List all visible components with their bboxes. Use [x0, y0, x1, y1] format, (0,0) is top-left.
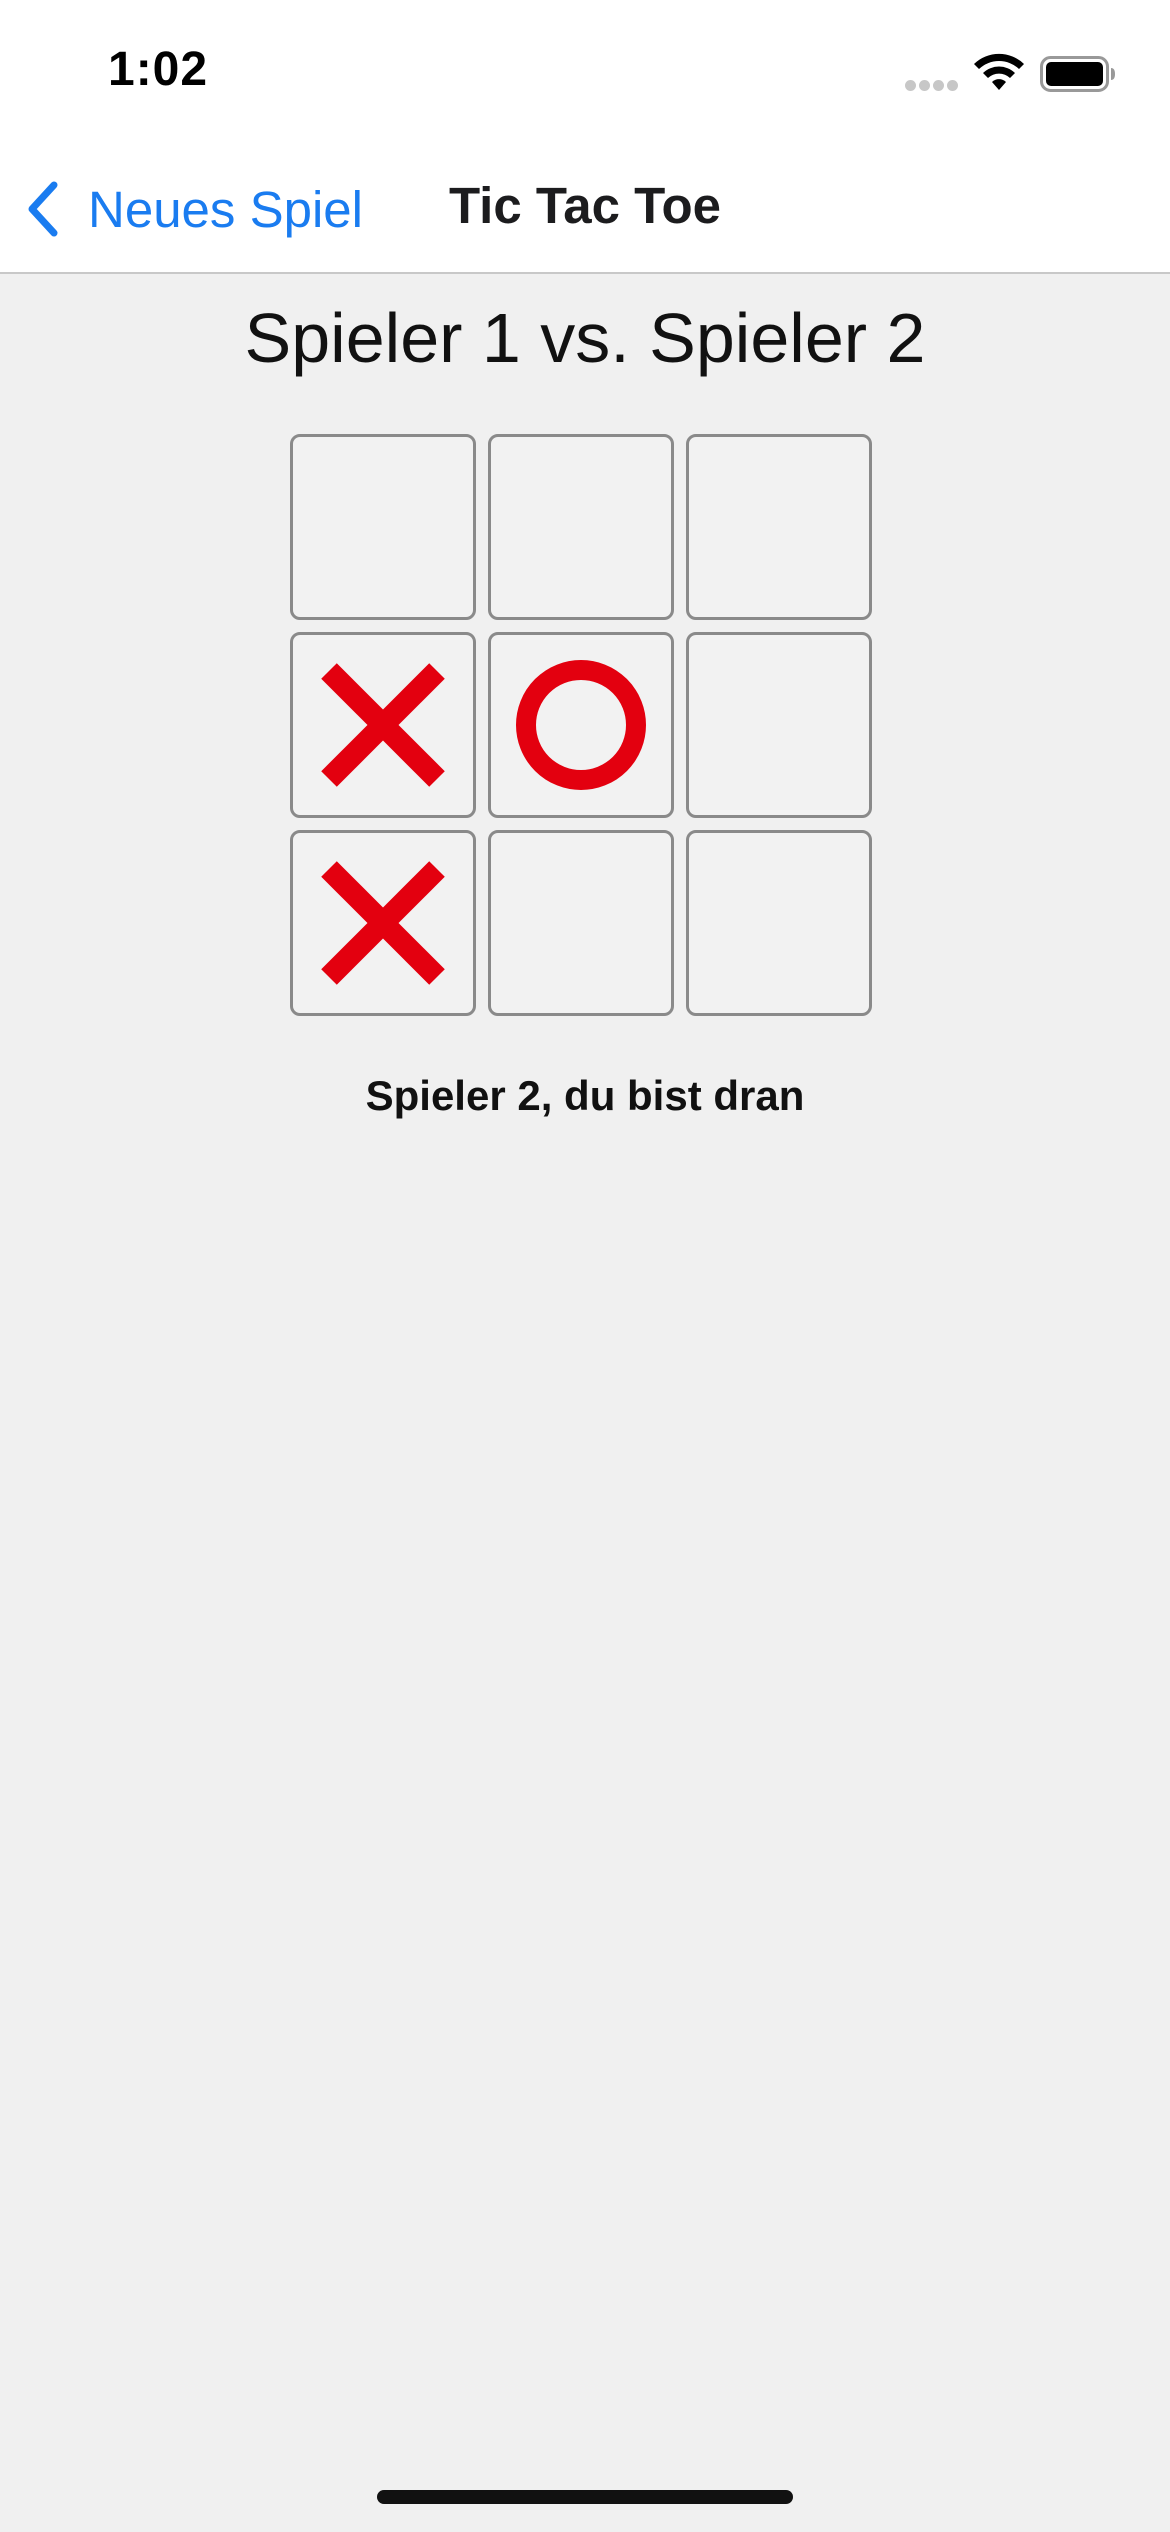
o-mark-icon — [511, 655, 651, 795]
status-time: 1:02 — [108, 43, 209, 96]
battery-icon — [1040, 56, 1115, 92]
board-cell-1-0[interactable] — [290, 632, 476, 818]
navigation-bar: Neues Spiel Tic Tac Toe — [0, 150, 1170, 274]
game-board — [290, 434, 880, 1024]
board-cell-1-2[interactable] — [686, 632, 872, 818]
board-cell-2-2[interactable] — [686, 830, 872, 1016]
board-cell-0-2[interactable] — [686, 434, 872, 620]
x-mark-icon — [313, 655, 453, 795]
board-cell-2-0[interactable] — [290, 830, 476, 1016]
board-cell-0-1[interactable] — [488, 434, 674, 620]
screen: 1:02 Neues Spiel Tic Tac Toe Spieler 1 v… — [0, 0, 1170, 2532]
home-indicator[interactable] — [377, 2490, 793, 2504]
board-cell-1-1[interactable] — [488, 632, 674, 818]
nav-title: Tic Tac Toe — [448, 177, 722, 234]
cellular-signal-icon — [905, 80, 959, 92]
board-cell-2-1[interactable] — [488, 830, 674, 1016]
board-cell-0-0[interactable] — [290, 434, 476, 620]
status-bar: 1:02 — [0, 0, 1170, 150]
match-title: Spieler 1 vs. Spieler 2 — [244, 299, 926, 377]
wifi-icon — [974, 53, 1024, 90]
x-mark-icon — [313, 853, 453, 993]
turn-status-text: Spieler 2, du bist dran — [365, 1072, 805, 1119]
